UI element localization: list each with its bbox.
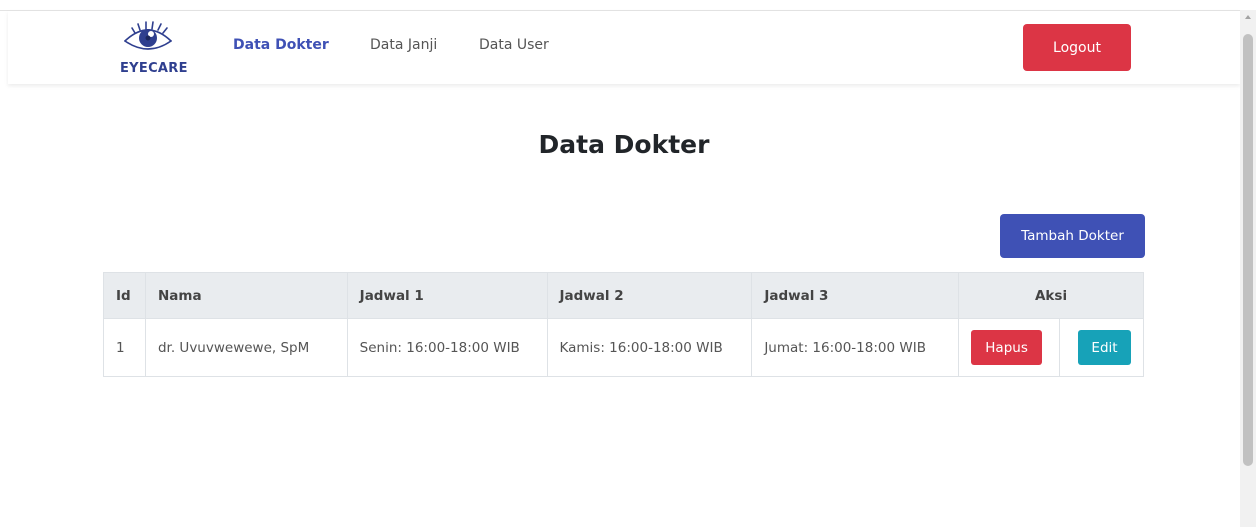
nav-link-data-user[interactable]: Data User bbox=[479, 37, 549, 53]
page: EYECARE Data Dokter Data Janji Data User… bbox=[0, 0, 1256, 527]
column-header-jadwal-3: Jadwal 3 bbox=[751, 272, 960, 319]
column-header-aksi: Aksi bbox=[958, 272, 1144, 319]
delete-button[interactable]: Hapus bbox=[971, 330, 1043, 365]
column-header-nama: Nama bbox=[144, 272, 348, 319]
eye-logo-icon bbox=[124, 21, 172, 50]
vertical-scrollbar[interactable] bbox=[1240, 10, 1256, 527]
nav-link-data-janji[interactable]: Data Janji bbox=[370, 37, 437, 53]
cell-hapus: Hapus bbox=[958, 318, 1061, 377]
scrollbar-thumb[interactable] bbox=[1243, 34, 1253, 466]
cell-edit: Edit bbox=[1059, 318, 1144, 377]
table-row: 1 dr. Uvuvwewewe, SpM Senin: 16:00-18:00… bbox=[103, 318, 1144, 377]
column-header-jadwal-2: Jadwal 2 bbox=[546, 272, 753, 319]
brand-name: EYECARE bbox=[120, 61, 188, 76]
cell-id: 1 bbox=[103, 318, 146, 377]
brand-logo[interactable]: EYECARE bbox=[111, 21, 191, 77]
table-header: Id Nama Jadwal 1 Jadwal 2 Jadwal 3 Aksi bbox=[103, 272, 1144, 319]
cell-jadwal-3: Jumat: 16:00-18:00 WIB bbox=[751, 318, 960, 377]
navbar: EYECARE Data Dokter Data Janji Data User… bbox=[8, 11, 1240, 84]
page-title: Data Dokter bbox=[538, 130, 710, 159]
column-header-jadwal-1: Jadwal 1 bbox=[346, 272, 548, 319]
table-body: 1 dr. Uvuvwewewe, SpM Senin: 16:00-18:00… bbox=[103, 318, 1144, 377]
table-header-row: Id Nama Jadwal 1 Jadwal 2 Jadwal 3 Aksi bbox=[103, 272, 1144, 319]
column-header-id: Id bbox=[103, 272, 146, 319]
add-doctor-button[interactable]: Tambah Dokter bbox=[1000, 214, 1145, 258]
nav-link-data-dokter[interactable]: Data Dokter bbox=[233, 37, 329, 53]
cell-nama: dr. Uvuvwewewe, SpM bbox=[144, 318, 348, 377]
scroll-up-arrow-icon[interactable] bbox=[1245, 15, 1251, 19]
logout-button[interactable]: Logout bbox=[1023, 24, 1131, 71]
cell-jadwal-1: Senin: 16:00-18:00 WIB bbox=[346, 318, 548, 377]
doctor-table: Id Nama Jadwal 1 Jadwal 2 Jadwal 3 Aksi … bbox=[103, 272, 1144, 377]
cell-jadwal-2: Kamis: 16:00-18:00 WIB bbox=[546, 318, 753, 377]
edit-button[interactable]: Edit bbox=[1078, 330, 1131, 365]
